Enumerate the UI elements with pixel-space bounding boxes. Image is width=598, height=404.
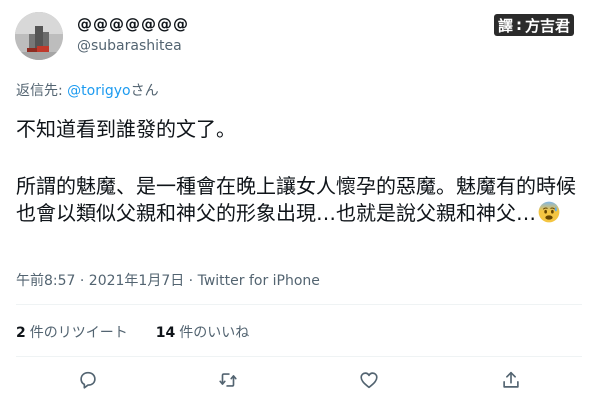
tweet-timestamp[interactable]: 午前8:57 · 2021年1月7日 · Twitter for iPhone — [16, 270, 320, 290]
retweet-count: 2 — [16, 325, 26, 341]
retweet-icon — [219, 373, 237, 387]
tweet-text: 不知道看到誰發的文了。 所謂的魅魔、是一種會在晚上讓女人懷孕的惡魔。魅魔有的時候… — [16, 116, 586, 227]
like-stat[interactable]: 14 件のいいね — [156, 322, 249, 342]
retweet-label: 件のリツイート — [29, 325, 128, 341]
translator-separator: : — [516, 16, 523, 34]
speech-bubble-icon — [80, 371, 96, 389]
heart-icon — [360, 372, 378, 389]
tweet-line-2: 所謂的魅魔、是一種會在晚上讓女人懷孕的惡魔。魅魔有的時候也會以類似父親和神父的形… — [16, 174, 576, 225]
avatar[interactable] — [15, 12, 63, 60]
retweet-button[interactable] — [214, 366, 242, 394]
action-bar — [0, 364, 598, 396]
tweet-line-1: 不知道看到誰發的文了。 — [16, 117, 236, 141]
share-button[interactable] — [497, 366, 525, 394]
retweet-stat[interactable]: 2 件のリツイート — [16, 322, 128, 342]
like-button[interactable] — [355, 366, 383, 394]
avatar-image — [15, 12, 63, 60]
share-icon — [503, 371, 519, 388]
tweet-paragraph-2: 所謂的魅魔、是一種會在晚上讓女人懷孕的惡魔。魅魔有的時候也會以類似父親和神父的形… — [16, 173, 586, 227]
reply-button[interactable] — [74, 366, 102, 394]
divider-bottom — [16, 356, 582, 357]
translator-name: 方吉君 — [525, 16, 571, 35]
anxious-face-with-sweat-icon — [538, 201, 560, 223]
like-label: 件のいいね — [179, 325, 250, 341]
translator-prefix: 譯 — [498, 16, 514, 35]
display-name[interactable]: @@@@@@@ — [77, 15, 189, 33]
translator-badge: 譯 : 方吉君 — [494, 14, 575, 36]
reply-mention-link[interactable]: @torigyo — [67, 83, 130, 99]
reply-context: 返信先: @torigyoさん — [16, 80, 159, 100]
tweet-stats: 2 件のリツイート 14 件のいいね — [16, 322, 249, 342]
reply-suffix: さん — [130, 83, 159, 99]
user-handle[interactable]: @subarashitea — [77, 38, 182, 54]
divider-top — [16, 304, 582, 305]
reply-prefix: 返信先: — [16, 83, 68, 99]
like-count: 14 — [155, 325, 176, 341]
